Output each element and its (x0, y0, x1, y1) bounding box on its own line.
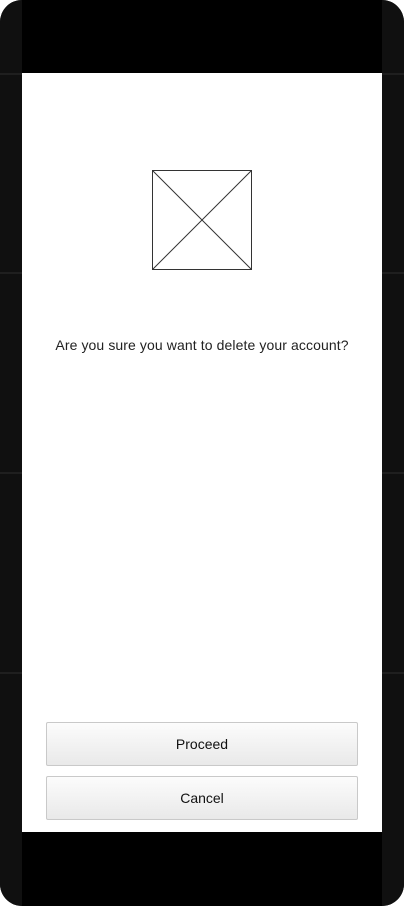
proceed-button[interactable]: Proceed (46, 722, 358, 766)
frame-seam (0, 73, 22, 75)
bottom-bezel (22, 832, 382, 906)
device-side-left (0, 0, 22, 906)
image-placeholder-icon (152, 170, 252, 270)
frame-seam (382, 73, 404, 75)
frame-seam (0, 272, 22, 274)
confirmation-message: Are you sure you want to delete your acc… (55, 337, 349, 353)
frame-seam (382, 672, 404, 674)
device-frame: Are you sure you want to delete your acc… (0, 0, 404, 906)
frame-seam (0, 472, 22, 474)
cancel-button[interactable]: Cancel (46, 776, 358, 820)
frame-seam (382, 472, 404, 474)
delete-account-screen: Are you sure you want to delete your acc… (22, 73, 382, 832)
device-side-right (382, 0, 404, 906)
frame-seam (0, 672, 22, 674)
top-bezel (22, 0, 382, 73)
frame-seam (382, 272, 404, 274)
